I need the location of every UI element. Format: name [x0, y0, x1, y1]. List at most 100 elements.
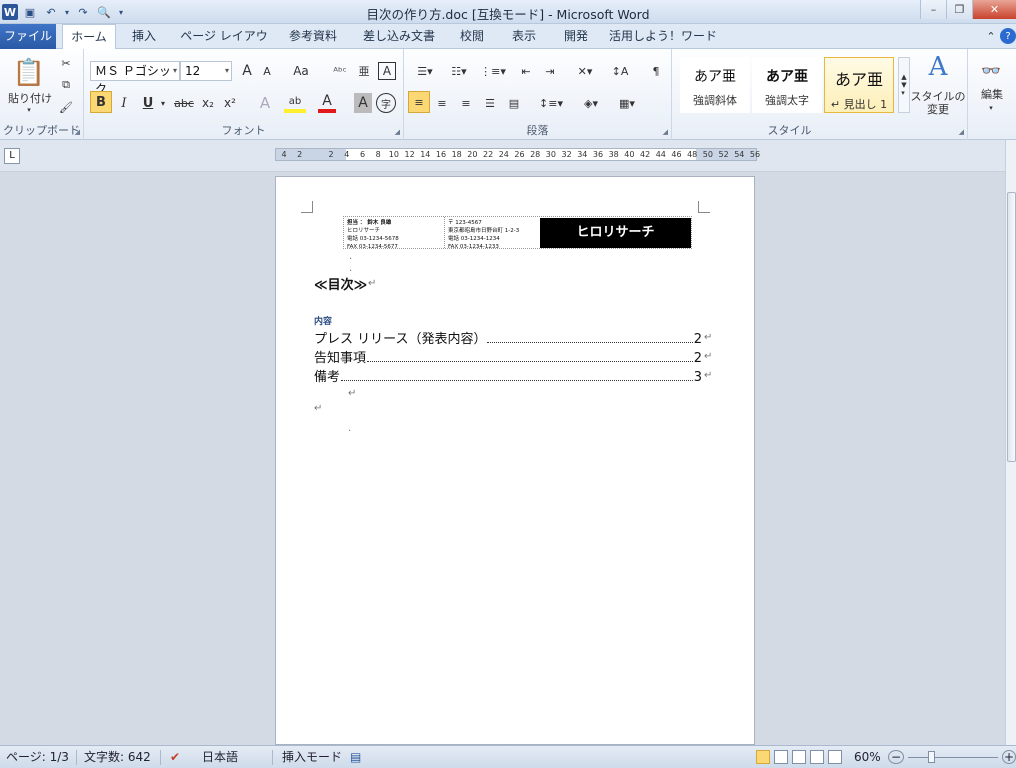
char-spacing-icon[interactable]: ✕▾ — [570, 61, 600, 81]
zoom-slider-track[interactable] — [908, 757, 998, 758]
draft-view-icon[interactable] — [828, 750, 842, 764]
char-border-icon[interactable]: A — [378, 62, 396, 80]
web-layout-view-icon[interactable] — [792, 750, 806, 764]
style-preview: あア亜 — [834, 70, 883, 89]
font-size-combo[interactable]: 12 ▾ — [180, 61, 232, 81]
font-name-combo[interactable]: ＭＳ Ｐゴシック ▾ — [90, 61, 180, 96]
shrink-font-icon[interactable]: A — [258, 62, 276, 80]
bullets-icon[interactable]: ☰▾ — [410, 61, 440, 81]
align-right-button[interactable]: ≡ — [456, 93, 476, 113]
subscript-button[interactable]: x₂ — [198, 93, 218, 113]
language-indicator[interactable]: 日本語 — [202, 749, 238, 765]
insert-mode-indicator[interactable]: 挿入モード — [282, 749, 342, 765]
borders-icon[interactable]: ▦▾ — [612, 93, 642, 113]
show-marks-icon[interactable]: ¶ — [646, 61, 666, 81]
zoom-in-icon[interactable]: + — [1002, 750, 1016, 764]
toc-entry[interactable]: 告知事項 2 — [314, 348, 702, 366]
increase-indent-icon[interactable]: ⇥ — [540, 61, 560, 81]
phonetic-guide-icon[interactable]: 亜 — [354, 62, 374, 80]
char-shading-icon[interactable]: A — [354, 93, 372, 113]
style-heading-1[interactable]: あア亜 ↵ 見出し 1 — [824, 57, 894, 113]
horizontal-ruler[interactable]: 4 2 2 4 6 8 10 12 14 16 18 20 22 24 26 28 30 32 34 36 38 40 42… — [275, 148, 760, 161]
restore-button[interactable]: ❐ — [946, 0, 972, 19]
underline-dropdown-icon[interactable]: ▾ — [158, 93, 168, 113]
return-mark-icon: ↵ — [348, 388, 357, 399]
italic-button[interactable]: I — [114, 93, 134, 113]
superscript-button[interactable]: x² — [220, 93, 240, 113]
tab-references[interactable]: 参考資料 — [282, 24, 344, 49]
shading-icon[interactable]: ◈▾ — [576, 93, 606, 113]
change-styles-button[interactable]: スタイルの変更 — [910, 89, 966, 117]
help-icon[interactable]: ? — [1000, 28, 1016, 44]
toc-entry-page: 2 — [693, 332, 702, 347]
copy-icon[interactable]: ⧉ — [58, 77, 74, 93]
styles-launcher-icon[interactable]: ◢ — [959, 128, 964, 136]
minimize-button[interactable]: – — [920, 0, 946, 19]
zoom-slider-thumb[interactable] — [928, 751, 935, 763]
tab-file[interactable]: ファイル — [0, 24, 56, 49]
change-case-icon[interactable]: Aa — [288, 62, 314, 80]
format-painter-icon[interactable]: 🖌 — [58, 99, 74, 115]
clear-formatting-icon[interactable]: ᴬᵇᶜ — [330, 62, 350, 80]
page-counter[interactable]: ページ: 1/3 — [6, 749, 69, 765]
paste-dropdown-icon[interactable]: ▾ — [24, 105, 34, 115]
ribbon-minimize-icon[interactable]: ⌃ — [984, 29, 998, 43]
clipboard-launcher-icon[interactable]: ◢ — [75, 128, 80, 136]
zoom-out-icon[interactable]: − — [888, 750, 904, 764]
enclose-char-icon[interactable]: 字 — [376, 93, 396, 113]
justify-button[interactable]: ☰ — [480, 93, 500, 113]
toc-entry[interactable]: プレス リリース（発表内容） 2 — [314, 329, 702, 347]
tab-selector-icon[interactable]: L — [4, 148, 20, 164]
line-spacing-icon[interactable]: ↕≡▾ — [536, 93, 566, 113]
multilevel-list-icon[interactable]: ⋮≡▾ — [478, 61, 508, 81]
paragraph-launcher-icon[interactable]: ◢ — [663, 128, 668, 136]
zoom-level[interactable]: 60% — [854, 749, 881, 765]
underline-button[interactable]: U — [138, 93, 158, 113]
style-emphasis-italic[interactable]: あア亜 強調斜体 — [680, 57, 750, 113]
document-page[interactable]: 担当 ： 鈴木 良雄 ヒロリサーチ 電話 03-1234-5678 FAX 03… — [275, 176, 755, 745]
style-emphasis-bold[interactable]: あア亜 強調太字 — [752, 57, 822, 113]
proofing-icon[interactable]: ✔ — [170, 749, 180, 765]
numbering-icon[interactable]: ☷▾ — [444, 61, 474, 81]
tab-insert[interactable]: 挿入 — [124, 24, 164, 49]
tab-view[interactable]: 表示 — [504, 24, 544, 49]
tab-page-layout[interactable]: ページ レイアウト — [176, 24, 272, 68]
vertical-scrollbar[interactable] — [1005, 140, 1016, 745]
grow-font-icon[interactable]: A — [238, 62, 256, 80]
styles-scroll-icon[interactable]: ▲ ▼ ▾ — [898, 57, 910, 113]
bold-button[interactable]: B — [90, 91, 112, 113]
letterhead-table[interactable]: 担当 ： 鈴木 良雄 ヒロリサーチ 電話 03-1234-5678 FAX 03… — [343, 216, 692, 250]
cut-icon[interactable]: ✂ — [58, 55, 74, 71]
paste-button-label[interactable]: 貼り付け — [6, 91, 54, 105]
full-screen-reading-view-icon[interactable] — [774, 750, 788, 764]
tab-home[interactable]: ホーム — [62, 24, 116, 50]
tab-word-tips[interactable]: 活用しよう！ワード — [608, 24, 718, 49]
close-button[interactable]: ✕ — [972, 0, 1016, 19]
font-launcher-icon[interactable]: ◢ — [395, 128, 400, 136]
macro-record-icon[interactable]: ▤ — [350, 749, 361, 765]
text-effects-icon[interactable]: A — [254, 93, 276, 113]
sort-icon[interactable]: ↕A — [610, 61, 630, 81]
font-color-icon[interactable]: A — [318, 93, 336, 113]
highlight-icon[interactable]: ab — [284, 93, 306, 113]
paragraph-group-label: 段落 — [526, 124, 549, 137]
change-styles-icon[interactable]: A — [916, 52, 960, 82]
outline-view-icon[interactable] — [810, 750, 824, 764]
binoculars-icon[interactable]: 👓 — [978, 57, 1004, 83]
tab-mailings[interactable]: 差し込み文書 — [356, 24, 442, 49]
editing-dropdown-icon[interactable]: ▾ — [986, 103, 996, 113]
decrease-indent-icon[interactable]: ⇤ — [516, 61, 536, 81]
strikethrough-button[interactable]: abc — [172, 93, 196, 113]
align-center-button[interactable]: ≡ — [432, 93, 452, 113]
tab-developer[interactable]: 開発 — [556, 24, 596, 49]
toc-entry[interactable]: 備考 3 — [314, 367, 702, 385]
distributed-button[interactable]: ▤ — [504, 93, 524, 113]
scrollbar-thumb[interactable] — [1007, 192, 1016, 462]
tab-review[interactable]: 校閲 — [452, 24, 492, 49]
print-layout-view-icon[interactable] — [756, 750, 770, 764]
word-count[interactable]: 文字数: 642 — [84, 749, 151, 765]
editing-button[interactable]: 編集 — [972, 87, 1012, 101]
paste-icon[interactable]: 📋 — [12, 55, 46, 91]
ruler-tick: 2 — [297, 150, 303, 159]
align-left-button[interactable]: ≡ — [408, 91, 430, 113]
